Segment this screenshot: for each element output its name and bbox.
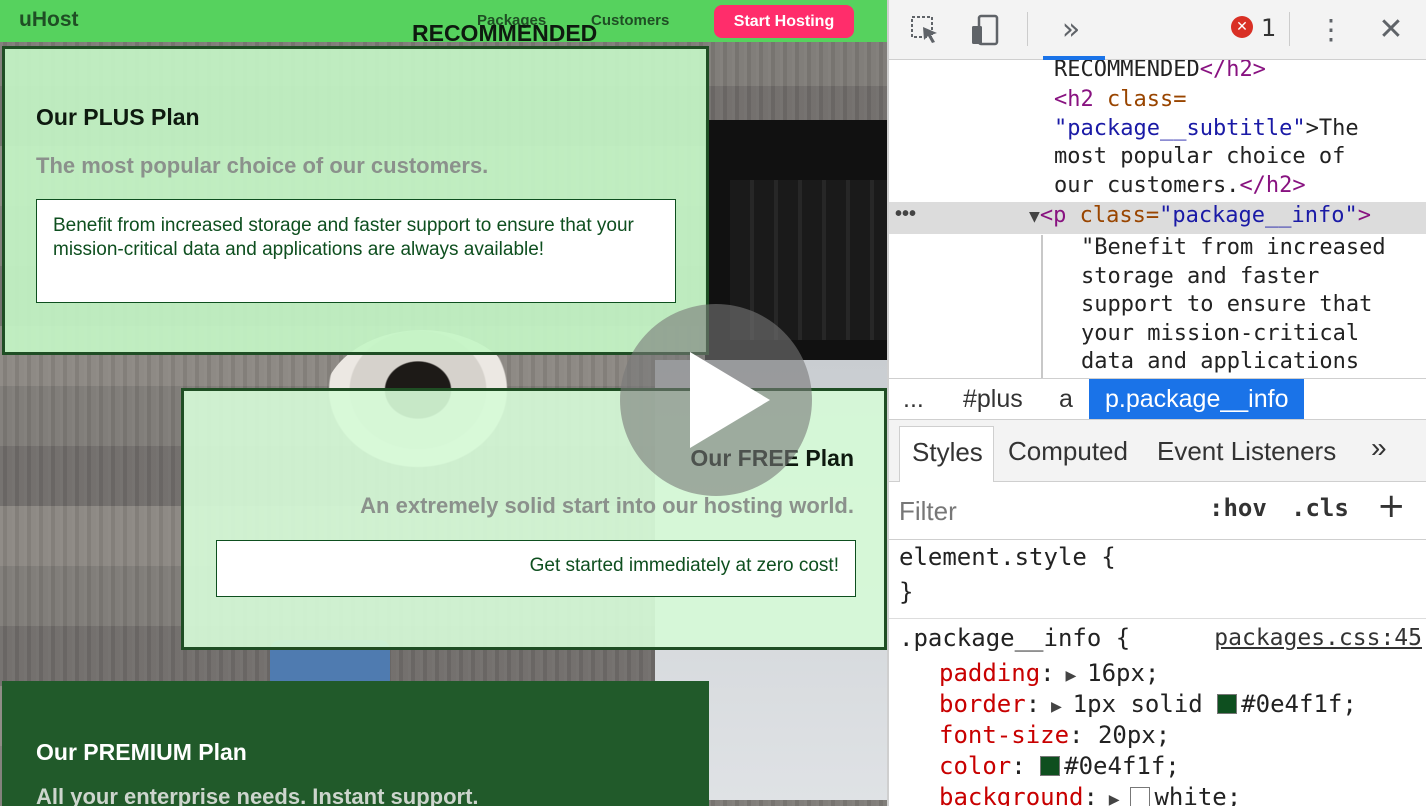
package-title: Our PREMIUM Plan — [36, 739, 247, 765]
brand-logo[interactable]: uHost — [19, 8, 79, 32]
node-actions-ellipsis[interactable]: ••• — [895, 200, 916, 229]
style-declaration[interactable]: background: ▶ white; — [939, 782, 1241, 806]
error-count[interactable]: 1 — [1261, 14, 1276, 42]
more-panels-icon[interactable]: » — [1055, 14, 1087, 46]
dom-tag: </h2> — [1199, 60, 1266, 82]
color-swatch[interactable] — [1040, 756, 1061, 776]
style-declaration[interactable]: padding: ▶ 16px; — [939, 658, 1159, 691]
dom-line-selected[interactable]: ▼<p class="package__info"> — [1029, 202, 1371, 232]
dom-text: RECOMMENDED — [1054, 60, 1200, 82]
dom-text-line[interactable]: storage and faster — [1081, 263, 1319, 292]
property-name[interactable]: border — [939, 690, 1026, 718]
package-info: Get started immediately at zero cost! — [216, 540, 856, 597]
kebab-menu-icon[interactable]: ⋮ — [1315, 14, 1347, 46]
toolbar-divider — [1289, 12, 1290, 46]
devtools-toolbar: » ✕ 1 ⋮ ✕ — [889, 0, 1426, 60]
dom-text-line[interactable]: data and applications — [1081, 348, 1359, 377]
close-icon[interactable]: ✕ — [1375, 14, 1407, 46]
breadcrumb-a[interactable]: a — [1059, 385, 1073, 414]
new-style-rule-icon[interactable]: + — [1377, 486, 1406, 526]
package-subtitle: The most popular choice of our customers… — [36, 153, 489, 178]
breadcrumb-ellipsis[interactable]: ... — [903, 385, 924, 414]
dom-line[interactable]: most popular choice of — [1054, 143, 1345, 172]
tab-event-listeners[interactable]: Event Listeners — [1157, 436, 1336, 467]
package-premium[interactable]: Our PREMIUM Plan All your enterprise nee… — [2, 681, 709, 806]
property-name[interactable]: color — [939, 752, 1011, 780]
dom-attr: class= — [1079, 203, 1160, 228]
breadcrumb: ... #plus a p.package__info — [889, 378, 1426, 420]
dom-line[interactable]: RECOMMENDED</h2> — [1054, 60, 1266, 85]
package-badge-recommended: RECOMMENDED — [412, 20, 598, 46]
property-value[interactable]: 16px; — [1087, 659, 1159, 687]
property-name[interactable]: font-size — [939, 721, 1069, 749]
sidebar-tabs: Styles Computed Event Listeners » — [889, 420, 1426, 482]
property-name[interactable]: padding — [939, 659, 1040, 687]
dom-tag: </h2> — [1239, 173, 1306, 198]
dom-attr-value: "package__subtitle" — [1054, 116, 1306, 141]
breadcrumb-package-info[interactable]: p.package__info — [1089, 379, 1305, 419]
udemy-watermark: Udemy — [1379, 775, 1420, 789]
more-tabs-icon[interactable]: » — [1371, 432, 1387, 464]
dom-line[interactable]: "package__subtitle">The — [1054, 115, 1359, 144]
tab-styles[interactable]: Styles — [899, 426, 994, 482]
rule-selector[interactable]: .package__info { — [899, 623, 1130, 654]
device-toolbar-icon[interactable] — [969, 14, 1001, 46]
rule-divider — [889, 618, 1426, 619]
property-name[interactable]: background — [939, 783, 1084, 806]
element-style-close: } — [899, 578, 914, 606]
tab-computed[interactable]: Computed — [1008, 436, 1128, 467]
collapse-triangle-icon[interactable]: ▼ — [1029, 206, 1040, 227]
dom-line[interactable]: <h2 class= — [1054, 86, 1186, 115]
style-declaration[interactable]: font-size: 20px; — [939, 720, 1170, 751]
property-value[interactable]: 20px; — [1098, 721, 1170, 749]
package-subtitle: An extremely solid start into our hostin… — [360, 493, 854, 518]
color-swatch[interactable] — [1130, 787, 1151, 806]
dom-attr-value: "package__info" — [1159, 203, 1358, 228]
tree-guide-line — [1041, 235, 1043, 378]
dom-attr: class= — [1107, 87, 1187, 112]
style-declaration[interactable]: border: ▶ 1px solid #0e4f1f; — [939, 689, 1357, 722]
styles-pane: element.style { } .package__info { packa… — [889, 540, 1426, 806]
styles-filter-input[interactable] — [899, 492, 1189, 530]
hover-state-toggle[interactable]: :hov — [1209, 494, 1267, 522]
play-icon — [690, 352, 770, 448]
class-toggle[interactable]: .cls — [1291, 494, 1349, 522]
expand-triangle-icon[interactable]: ▶ — [1040, 696, 1073, 717]
package-plus[interactable]: Our PLUS Plan The most popular choice of… — [2, 46, 709, 355]
element-style-selector[interactable]: element.style { — [899, 542, 1116, 573]
dom-text: >The — [1305, 116, 1359, 141]
breadcrumb-plus[interactable]: #plus — [963, 385, 1023, 414]
devtools-panel: » ✕ 1 ⋮ ✕ ••• RECOMMENDED</h2> <h2 class… — [887, 0, 1426, 806]
dom-text-line[interactable]: "Benefit from increased — [1081, 234, 1386, 263]
nav-link-customers[interactable]: Customers — [591, 12, 669, 29]
styles-filter-bar: :hov .cls + — [889, 482, 1426, 540]
toolbar-divider — [1027, 12, 1028, 46]
package-subtitle: All your enterprise needs. Instant suppo… — [36, 784, 479, 806]
package-title: Our PLUS Plan — [36, 104, 200, 130]
dom-tag: > — [1357, 203, 1372, 228]
dom-tag: <p — [1039, 203, 1067, 228]
website-viewport: uHost Packages Customers Start Hosting O… — [0, 0, 887, 806]
expand-triangle-icon[interactable]: ▶ — [1098, 789, 1131, 806]
dom-line[interactable]: our customers.</h2> — [1054, 172, 1306, 201]
property-color-value[interactable]: #0e4f1f; — [1241, 690, 1357, 718]
style-declaration[interactable]: color: #0e4f1f; — [939, 751, 1180, 782]
package-info: Benefit from increased storage and faste… — [36, 199, 676, 303]
rule-source-link[interactable]: packages.css:45 — [1214, 623, 1422, 654]
dom-tag: <h2 — [1054, 87, 1094, 112]
property-value[interactable]: white; — [1154, 783, 1241, 806]
color-swatch[interactable] — [1217, 694, 1238, 714]
property-value[interactable]: 1px solid — [1073, 690, 1203, 718]
start-hosting-button[interactable]: Start Hosting — [714, 5, 854, 38]
dom-text: our customers. — [1054, 173, 1240, 198]
dom-text-line[interactable]: your mission-critical — [1081, 320, 1359, 349]
dom-text-line[interactable]: support to ensure that — [1081, 291, 1372, 320]
error-icon[interactable]: ✕ — [1231, 16, 1253, 38]
elements-tree[interactable]: ••• RECOMMENDED</h2> <h2 class= "package… — [889, 60, 1426, 378]
expand-triangle-icon[interactable]: ▶ — [1055, 665, 1088, 686]
inspect-element-icon[interactable] — [909, 14, 941, 46]
property-color-value[interactable]: #0e4f1f; — [1064, 752, 1180, 780]
